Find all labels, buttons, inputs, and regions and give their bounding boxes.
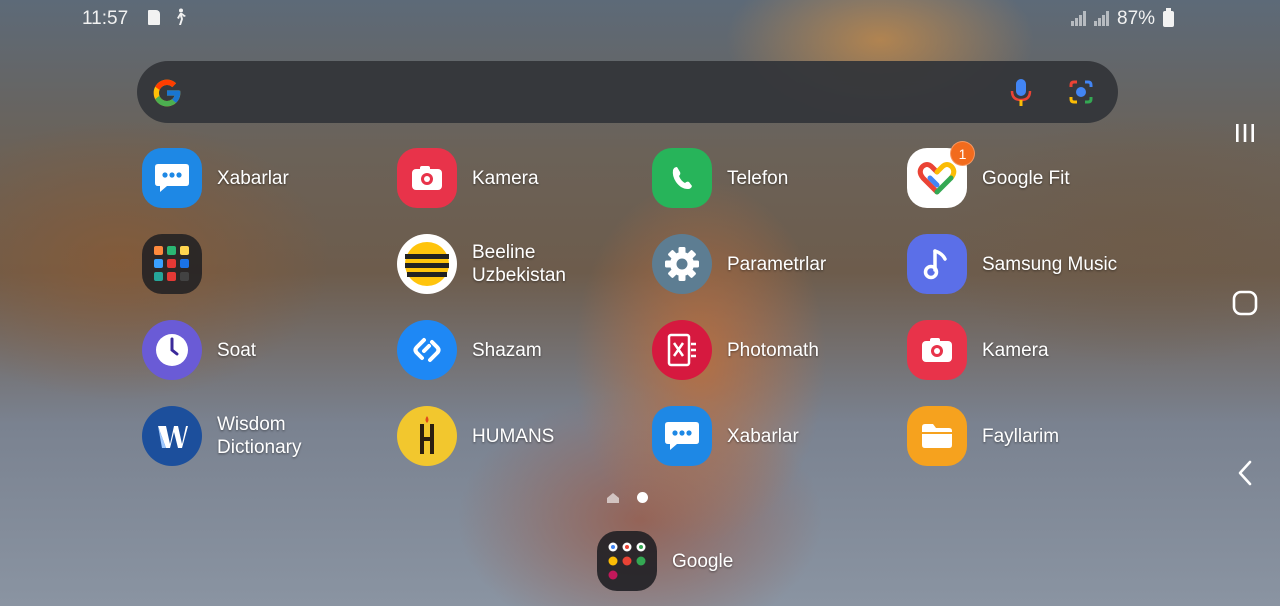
camera-icon [397,148,457,208]
app-label: Beeline Uzbekistan [472,241,566,287]
messages-icon [652,406,712,466]
google-search-bar[interactable] [137,61,1118,123]
app-kamera-2[interactable]: Kamera [907,320,1147,390]
app-label: Shazam [472,340,542,361]
app-photomath[interactable]: Photomath [652,320,892,390]
app-humans[interactable]: HUMANS [397,406,637,476]
app-beeline[interactable]: Beeline Uzbekistan [397,234,637,304]
status-bar: 11:57 87% [0,0,1280,36]
wisdom-dictionary-icon [142,406,202,466]
app-folder[interactable] [142,234,382,304]
app-label: Samsung Music [982,254,1118,275]
google-lens-icon[interactable] [1066,77,1096,112]
app-label: Kamera [472,168,539,189]
app-label: Parametrlar [727,254,827,275]
page-indicator[interactable] [606,490,656,506]
google-logo-icon [151,77,183,109]
humans-icon [397,406,457,466]
app-label: Xabarlar [217,168,289,189]
app-label-line1: Wisdom [217,414,286,435]
app-label: Telefon [727,168,789,189]
app-telefon[interactable]: Telefon [652,148,892,218]
microphone-icon[interactable] [1008,77,1034,112]
shazam-icon [397,320,457,380]
app-google-fit[interactable]: 1 Google Fit [907,141,1147,218]
home-button[interactable] [1230,290,1260,320]
camera-icon [907,320,967,380]
app-fayllarim[interactable]: Fayllarim [907,406,1147,476]
app-xabarlar-2[interactable]: Xabarlar [652,406,892,476]
signal-icon [1094,10,1112,26]
app-label: Google Fit [982,168,1070,189]
page-dot-current [637,492,648,503]
signal-icon [1071,10,1089,26]
app-label: Soat [217,340,257,361]
app-label: Xabarlar [727,426,799,447]
app-xabarlar[interactable]: Xabarlar [142,148,382,218]
recents-button[interactable] [1230,120,1260,150]
music-icon [907,234,967,294]
home-icon [1231,289,1259,322]
app-label-line2: Dictionary [217,437,302,458]
sd-card-icon [148,10,160,25]
photomath-icon [652,320,712,380]
app-soat[interactable]: Soat [142,320,382,390]
dock-google-folder[interactable]: Google [597,531,837,601]
app-shazam[interactable]: Shazam [397,320,637,390]
app-label: Google [672,551,734,572]
messages-icon [142,148,202,208]
recents-icon [1233,121,1257,150]
back-icon [1235,459,1255,492]
back-button[interactable] [1230,460,1260,490]
app-parametrlar[interactable]: Parametrlar [652,234,892,304]
app-label-line1: Beeline [472,242,536,263]
app-label: HUMANS [472,426,555,447]
app-label: Photomath [727,340,819,361]
files-icon [907,406,967,466]
battery-percentage: 87% [1117,8,1156,29]
beeline-icon [397,234,457,294]
app-label-line2: Uzbekistan [472,265,566,286]
app-label: Wisdom Dictionary [217,413,301,459]
battery-icon [1163,8,1174,27]
app-wisdom-dictionary[interactable]: Wisdom Dictionary [142,406,382,476]
app-samsung-music[interactable]: Samsung Music [907,234,1147,304]
notification-badge: 1 [950,141,975,166]
app-label: Kamera [982,340,1049,361]
settings-icon [652,234,712,294]
folder-icon [142,234,202,294]
clock-icon [142,320,202,380]
google-folder-icon [597,531,657,591]
walking-icon [173,8,187,31]
app-label: Fayllarim [982,426,1060,447]
phone-icon [652,148,712,208]
status-time: 11:57 [82,8,129,29]
app-kamera[interactable]: Kamera [397,148,637,218]
